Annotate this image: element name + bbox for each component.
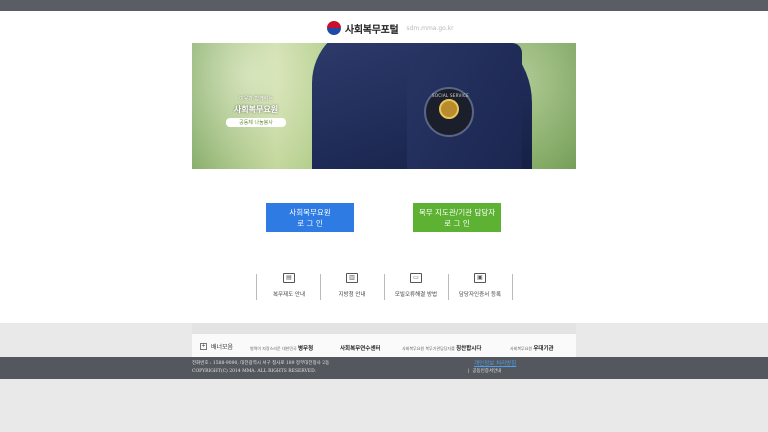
footer-address: 전화번호 : 1588-9090, 대전광역시 서구 청사로 189 정부대전청… bbox=[192, 361, 330, 366]
certificate-guide-label: 공동인증서안내 bbox=[472, 369, 502, 374]
agent-login-button[interactable]: 사회복무요원 로 그 인 bbox=[266, 203, 354, 232]
taegeuk-emblem-icon bbox=[327, 21, 341, 35]
certificate-guide-link[interactable]: | 공동인증서안내 bbox=[468, 368, 501, 374]
social-service-patch: SOCIAL SERVICE bbox=[424, 87, 474, 137]
quick-link-regional-office[interactable]: ▥ 지방청 안내 bbox=[320, 273, 384, 298]
quick-link-label: 지방청 안내 bbox=[338, 292, 366, 298]
building-icon: ▥ bbox=[346, 273, 358, 283]
banner-link-mma[interactable]: 병역이 자랑스러운 대한민국 병무청 bbox=[250, 344, 313, 352]
banner-link-strong: 칭찬합시다 bbox=[456, 346, 482, 352]
banner-link-training-center[interactable]: 사회복무연수센터 bbox=[340, 344, 380, 352]
banner-link-strong: 사회복무연수센터 bbox=[340, 346, 381, 352]
quick-link-label: 복무제도 안내 bbox=[272, 292, 306, 298]
manager-login-sublabel: 로 그 인 bbox=[444, 219, 470, 228]
patch-text: SOCIAL SERVICE bbox=[432, 93, 469, 98]
plus-box-icon: + bbox=[200, 343, 207, 350]
footer-copyright: COPYRIGHT(C) 2014 MMA. ALL RIGHTS RESERV… bbox=[192, 369, 316, 374]
banner-link-small: 병역이 자랑스러운 대한민국 bbox=[250, 346, 297, 351]
slogan-line3: 공동체 나눔봉사 bbox=[226, 118, 286, 127]
banner-collection: + 배너모음 병역이 자랑스러운 대한민국 병무청 사회복무연수센터 사회복무요… bbox=[192, 333, 576, 357]
quick-link-mobile-error[interactable]: ▭ 모빌오류해결 방법 bbox=[384, 273, 448, 298]
banner-link-strong: 우대기관 bbox=[533, 346, 554, 352]
footer-info: 전화번호 : 1588-9090, 대전광역시 서구 청사로 189 정부대전청… bbox=[192, 360, 329, 376]
hero-slogan: 이웃과 함께하는 사회복무요원 공동체 나눔봉사 bbox=[226, 95, 286, 127]
agent-login-label: 사회복무요원 bbox=[289, 208, 331, 217]
main-content: SOCIAL SERVICE 이웃과 함께하는 사회복무요원 공동체 나눔봉사 … bbox=[0, 43, 768, 323]
banner-title: + 배너모음 bbox=[200, 342, 233, 351]
banner-title-text: 배너모음 bbox=[211, 344, 234, 351]
top-bar bbox=[0, 0, 768, 11]
banner-link-preferred-agency[interactable]: 사회복무요원 우대기관 bbox=[510, 344, 554, 352]
banner-link-praise[interactable]: 사회복무요원 복무기관담당자를 칭찬합시다 bbox=[402, 344, 481, 352]
privacy-policy-link[interactable]: 개인정보 처리방침 bbox=[474, 359, 516, 367]
id-card-icon: ▣ bbox=[474, 273, 486, 283]
banner-link-small: 사회복무요원 복무기관담당자를 bbox=[402, 346, 455, 351]
document-icon: ▤ bbox=[283, 273, 295, 283]
logo-text: 사회복무포털 bbox=[345, 24, 399, 36]
banner-gap bbox=[192, 323, 576, 333]
quick-link-label: 모빌오류해결 방법 bbox=[394, 292, 438, 298]
banner-link-strong: 병무청 bbox=[297, 346, 314, 352]
patch-emblem-icon bbox=[439, 99, 459, 119]
site-logo[interactable]: 사회복무포털 sdm.mma.go.kr bbox=[327, 20, 454, 36]
banner-link-small: 사회복무요원 bbox=[510, 346, 533, 351]
footer: 전화번호 : 1588-9090, 대전광역시 서구 청사로 189 정부대전청… bbox=[0, 357, 768, 379]
slogan-line1: 이웃과 함께하는 bbox=[239, 96, 273, 102]
page-bottom-area bbox=[0, 379, 768, 432]
agent-login-sublabel: 로 그 인 bbox=[297, 219, 323, 228]
quick-link-service-guide[interactable]: ▤ 복무제도 안내 bbox=[257, 273, 321, 298]
quick-divider bbox=[512, 274, 513, 300]
hero-banner-image: SOCIAL SERVICE 이웃과 함께하는 사회복무요원 공동체 나눔봉사 bbox=[192, 43, 576, 169]
slogan-line2: 사회복무요원 bbox=[233, 105, 279, 114]
quick-link-cert-register[interactable]: ▣ 담당자인증서 등록 bbox=[448, 273, 512, 298]
monitor-icon: ▭ bbox=[410, 273, 422, 283]
manager-login-button[interactable]: 복무 지도관/기관 담당자 로 그 인 bbox=[413, 203, 501, 232]
manager-login-label: 복무 지도관/기관 담당자 bbox=[418, 208, 496, 217]
quick-link-label: 담당자인증서 등록 bbox=[458, 292, 502, 298]
logo-url: sdm.mma.go.kr bbox=[406, 24, 454, 32]
header: 사회복무포털 sdm.mma.go.kr bbox=[0, 11, 768, 43]
